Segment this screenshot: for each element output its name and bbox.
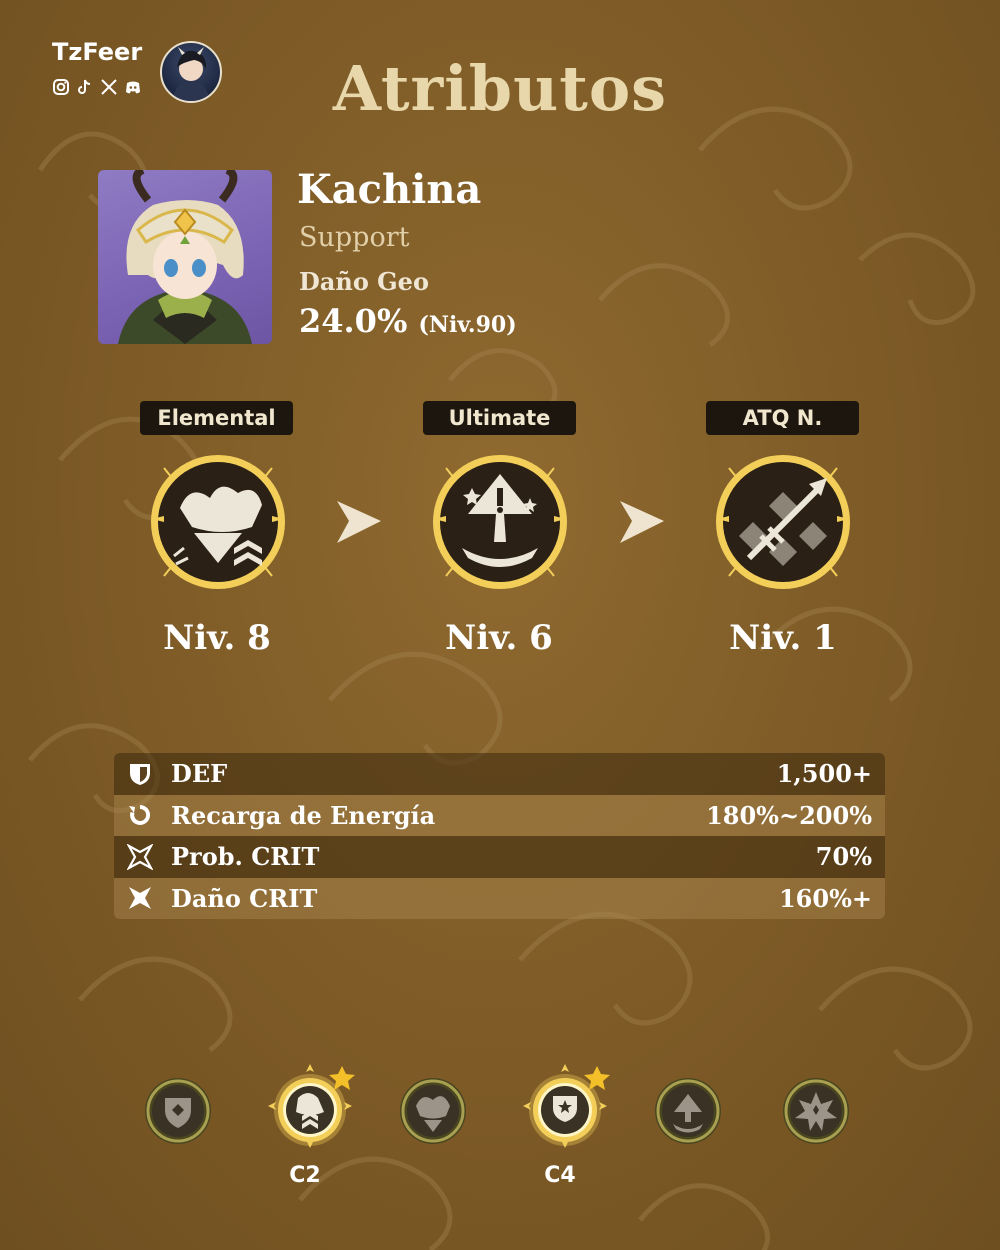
constellation-1-icon[interactable] xyxy=(143,1076,213,1146)
arrow-right-icon xyxy=(620,501,664,543)
stat-row-crit-damage: Daño CRIT 160%+ xyxy=(114,877,885,919)
constellation-6-icon[interactable] xyxy=(781,1076,851,1146)
constellation-3-icon[interactable] xyxy=(398,1076,468,1146)
stat-value: 160%+ xyxy=(778,883,872,913)
stat-label: Daño CRIT xyxy=(171,883,318,913)
energy-recharge-icon xyxy=(126,801,154,829)
arrow-right-icon xyxy=(337,501,381,543)
talent-level-normal-attack: Niv. 1 xyxy=(729,618,837,658)
main-stat-number: 24.0% xyxy=(299,302,408,340)
talent-label-normal-attack: ATQ N. xyxy=(706,401,859,435)
crit-damage-icon xyxy=(126,884,154,912)
constellation-label-c2: C2 xyxy=(289,1163,321,1188)
talent-level-ultimate: Niv. 6 xyxy=(445,618,553,658)
elemental-burst-icon[interactable] xyxy=(426,448,574,596)
stats-table: DEF 1,500+ Recarga de Energía 180%~200% … xyxy=(114,753,885,919)
stat-value: 180%~200% xyxy=(706,800,872,830)
talent-level-elemental: Niv. 8 xyxy=(163,618,271,658)
main-stat-label: Daño Geo xyxy=(299,267,429,296)
page-title: Atributos xyxy=(332,52,668,125)
crit-rate-icon xyxy=(126,843,154,871)
stat-value: 1,500+ xyxy=(776,759,872,789)
talent-label-ultimate: Ultimate xyxy=(423,401,576,435)
stat-row-crit-rate: Prob. CRIT 70% xyxy=(114,836,885,878)
stat-row-def: DEF 1,500+ xyxy=(114,753,885,795)
constellation-5-icon[interactable] xyxy=(653,1076,723,1146)
elemental-skill-icon[interactable] xyxy=(144,448,292,596)
constellation-2-icon[interactable] xyxy=(262,1058,358,1154)
stat-label: Recarga de Energía xyxy=(171,800,436,830)
stat-row-energy-recharge: Recarga de Energía 180%~200% xyxy=(114,794,885,836)
stat-value: 70% xyxy=(815,842,872,872)
main-stat-level: (Niv.90) xyxy=(418,312,517,338)
character-name: Kachina xyxy=(297,166,482,213)
talent-label-elemental: Elemental xyxy=(140,401,293,435)
normal-attack-icon[interactable] xyxy=(709,448,857,596)
defense-shield-icon xyxy=(126,760,154,788)
character-role: Support xyxy=(299,222,410,253)
main-stat-value: 24.0% (Niv.90) xyxy=(299,302,517,340)
constellation-4-icon[interactable] xyxy=(517,1058,613,1154)
character-portrait xyxy=(98,170,272,344)
stat-label: Prob. CRIT xyxy=(171,842,320,872)
stat-label: DEF xyxy=(171,759,228,789)
constellation-label-c4: C4 xyxy=(544,1163,576,1188)
